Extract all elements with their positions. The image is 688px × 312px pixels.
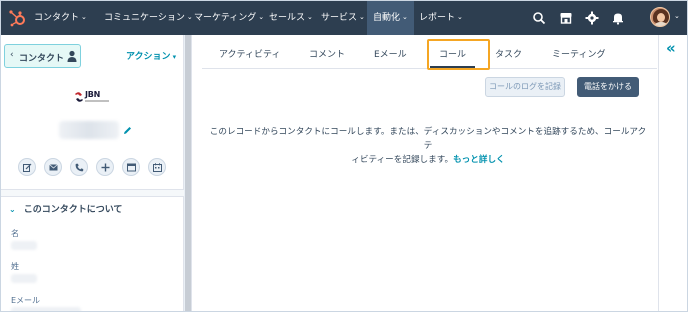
right-sidebar-rail: « [658,35,687,311]
nav-automation[interactable]: 自動化 ⌄ [367,1,414,35]
nav-conversations[interactable]: コミュニケーション ⌄ [104,1,193,35]
learn-more-link[interactable]: もっと詳しく [453,155,505,165]
tab-email[interactable]: Eメール [374,47,407,60]
app-window: コンタクト ⌄ コミュニケーション ⌄ マーケティング ⌄ セールス ⌄ サービス ⌄ 自… [0,0,688,312]
tab-comments[interactable]: コメント [309,47,345,60]
user-avatar[interactable] [650,7,670,27]
log-call-button[interactable]: コールのログを記録 [485,77,565,97]
nav-marketing-label: マーケティング [194,13,257,23]
nav-marketing[interactable]: マーケティング ⌄ [194,1,264,35]
expand-sidebar-icon[interactable]: « [666,39,676,57]
back-to-contacts-button[interactable]: ‹ コンタクト [4,44,81,68]
tab-meetings[interactable]: ミーティング [552,47,605,60]
email-button[interactable] [44,158,62,176]
meeting-button[interactable] [148,158,166,176]
about-contact-section-toggle[interactable]: ⌄ このコンタクトについて [9,202,122,215]
actions-label: アクション [126,52,171,62]
task-button[interactable] [122,158,140,176]
field-label-firstname: 名 [11,229,19,238]
chevron-down-icon: ⌄ [258,13,265,21]
contact-person-icon [67,50,77,62]
nav-contacts-label: コンタクト [34,13,80,23]
marketplace-icon[interactable] [559,11,573,25]
nav-sales[interactable]: セールス ⌄ [269,1,313,35]
company-logo-text: JBN [85,90,101,99]
nav-service-label: サービス [321,13,358,23]
chevron-left-icon: ‹ [10,50,14,60]
chevron-down-icon: ⌄ [186,13,193,21]
field-label-lastname: 姓 [11,262,19,271]
task-icon [127,163,136,172]
hubspot-logo-icon[interactable] [7,8,27,28]
nav-service[interactable]: サービス ⌄ [321,1,365,35]
nav-automation-label: 自動化 [373,13,401,23]
sidebar-scrollbar[interactable] [184,35,192,311]
scrollbar-thumb[interactable] [185,35,191,311]
chevron-down-icon: ⌄ [9,205,16,214]
nav-reports-label: レポート [419,13,456,23]
email-icon [49,164,58,171]
search-icon[interactable] [532,11,546,25]
top-navigation: コンタクト ⌄ コミュニケーション ⌄ マーケティング ⌄ セールス ⌄ サービス ⌄ 自… [1,1,687,35]
note-button[interactable] [18,158,36,176]
tab-activity[interactable]: アクティビティ [219,47,280,60]
contact-name-blurred [59,121,119,139]
chevron-down-icon: ⌄ [402,13,408,21]
nav-conversations-label: コミュニケーション [104,13,185,23]
note-icon [23,163,32,172]
activity-tabs: アクティビティ コメント Eメール コール タスク ミーティング [202,35,657,70]
call-button[interactable] [70,158,88,176]
empty-state-line1: このレコードからコンタクトにコールします。または、ディスカッションやコメントを追… [209,127,647,151]
edit-pencil-icon[interactable] [123,126,132,135]
nav-sales-label: セールス [269,13,306,23]
empty-state-message: このレコードからコンタクトにコールします。または、ディスカッションやコメントを追… [208,125,648,167]
call-icon [75,163,84,172]
highlight-annotation [427,39,490,70]
nav-contacts[interactable]: コンタクト ⌄ [34,1,87,35]
back-button-label: コンタクト [19,54,65,64]
chevron-down-icon: ⌄ [457,13,463,21]
empty-state-line2: ィビティーを記録します。 [351,155,454,165]
meeting-icon [153,163,162,172]
company-logo: JBN [73,89,111,105]
notifications-icon[interactable] [611,11,625,25]
make-call-button[interactable]: 電話をかける [577,77,639,97]
chevron-down-icon: ⌄ [81,13,87,21]
field-label-email: Eメール [11,296,41,305]
contact-sidebar: ‹ コンタクト アクション ▾ JBN ⌄ このコンタクトについて 名 姓 Eメ… [1,35,184,311]
settings-icon[interactable] [585,11,599,25]
field-value-email-blurred [11,307,81,311]
activity-panel: アクティビティ コメント Eメール コール タスク ミーティング コールのログを… [192,35,658,311]
caret-down-icon: ▾ [172,53,177,61]
section-divider [1,189,184,197]
field-value-firstname-blurred [11,241,37,250]
chevron-down-icon: ⌄ [359,13,365,21]
tab-tasks[interactable]: タスク [495,47,522,60]
about-contact-title: このコンタクトについて [23,205,123,215]
add-button[interactable] [96,158,114,176]
nav-reports[interactable]: レポート ⌄ [419,1,463,35]
chevron-down-icon: ⌄ [307,13,313,21]
chevron-down-icon[interactable]: ⌄ [674,12,680,20]
field-value-lastname-blurred [11,274,37,283]
company-logo-mark-icon [75,92,83,102]
add-icon [101,163,110,172]
actions-dropdown[interactable]: アクション ▾ [126,49,176,62]
